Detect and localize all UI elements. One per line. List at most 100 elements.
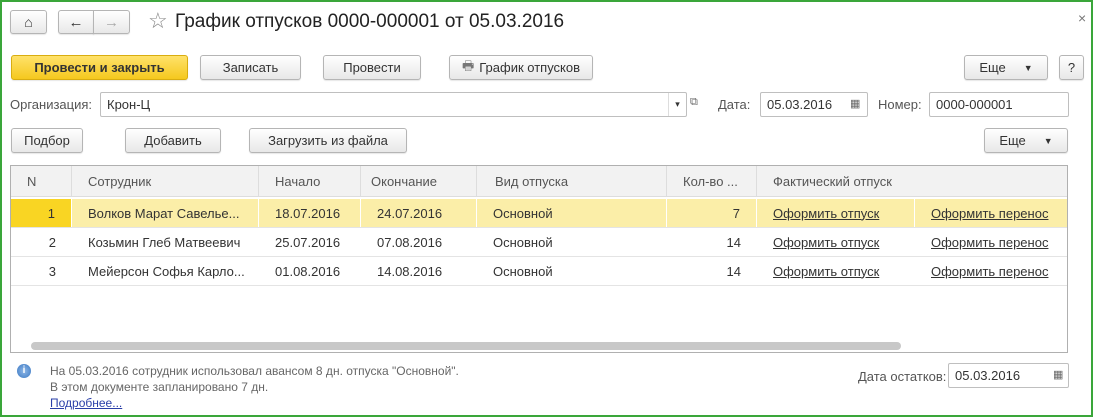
register-vacation-link[interactable]: Оформить отпуск [773, 206, 879, 221]
add-button[interactable]: Добавить [125, 128, 221, 153]
column-header-n[interactable]: N [11, 166, 72, 196]
table-cell: 7 [667, 199, 757, 227]
table-cell: Оформить отпуск [757, 228, 915, 256]
open-link-icon[interactable]: ⧉ [690, 96, 698, 109]
cell-start: 01.08.2016 [275, 263, 341, 279]
table-cell: Основной [477, 228, 667, 256]
column-header-start[interactable]: Начало [259, 166, 361, 196]
cell-end: 07.08.2016 [377, 234, 443, 250]
table-cell: 14 [667, 257, 757, 285]
save-button[interactable]: Записать [200, 55, 301, 80]
number-field[interactable]: 0000-000001 [929, 92, 1069, 117]
info-icon: i [17, 364, 31, 378]
cell-days: 14 [726, 234, 741, 250]
balance-date-label: Дата остатков: [858, 369, 947, 384]
cell-n: 2 [48, 234, 56, 250]
table-cell: Козьмин Глеб Матвеевич [72, 228, 259, 256]
table-cell: Оформить перенос [915, 257, 1067, 285]
date-label: Дата: [718, 97, 751, 112]
select-button[interactable]: Подбор [11, 128, 83, 153]
home-button[interactable]: ⌂ [10, 10, 47, 34]
post-and-close-button[interactable]: Провести и закрыть [11, 55, 188, 80]
cell-employee: Волков Марат Савелье... [88, 205, 240, 221]
cell-start: 18.07.2016 [275, 205, 341, 221]
table-cell: Основной [477, 199, 667, 227]
table-cell: Оформить перенос [915, 228, 1067, 256]
cell-end: 24.07.2016 [377, 205, 443, 221]
more-details-link[interactable]: Подробнее... [50, 396, 122, 410]
arrow-left-icon: ← [68, 13, 84, 31]
table-cell: Мейерсон Софья Карло... [72, 257, 259, 285]
balance-date-field[interactable]: 05.03.2016 [948, 363, 1069, 388]
table-cell: 1 [11, 199, 72, 227]
register-vacation-link[interactable]: Оформить отпуск [773, 235, 879, 250]
printer-icon: 🖶 [461, 57, 475, 73]
register-vacation-link[interactable]: Оформить отпуск [773, 264, 879, 279]
cell-days: 14 [726, 263, 741, 279]
register-transfer-link[interactable]: Оформить перенос [931, 235, 1048, 250]
print-schedule-label: График отпусков [479, 60, 581, 75]
arrow-right-icon: → [104, 13, 119, 31]
cell-n: 3 [48, 263, 56, 279]
table-cell: Волков Марат Савелье... [72, 199, 259, 227]
cell-n: 1 [47, 205, 55, 221]
table-cell: 14 [667, 228, 757, 256]
table-row[interactable]: 3 Мейерсон Софья Карло... 01.08.2016 14.08.… [11, 257, 1067, 286]
vacation-table: N Сотрудник Начало Окончание Вид отпуска… [10, 165, 1068, 353]
table-row[interactable]: 1 Волков Марат Савелье... 18.07.2016 24.07.… [11, 199, 1067, 228]
post-button[interactable]: Провести [323, 55, 421, 80]
home-icon: ⌂ [24, 14, 33, 30]
page-title: График отпусков 0000-000001 от 05.03.201… [175, 11, 565, 32]
dropdown-arrow-icon: ▼ [1023, 62, 1033, 73]
column-header-actual[interactable]: Фактический отпуск [757, 166, 1067, 196]
table-cell: 18.07.2016 [259, 199, 361, 227]
cell-start: 25.07.2016 [275, 234, 341, 250]
more-label: Еще [979, 60, 1006, 75]
help-button[interactable]: ? [1059, 55, 1084, 80]
forward-button[interactable]: → [93, 10, 130, 34]
cell-end: 14.08.2016 [377, 263, 443, 279]
table-cell: 25.07.2016 [259, 228, 361, 256]
back-button[interactable]: ← [58, 10, 94, 34]
column-header-type[interactable]: Вид отпуска [477, 166, 667, 196]
favorite-star-icon[interactable]: ☆ [148, 8, 168, 34]
table-header: N Сотрудник Начало Окончание Вид отпуска… [11, 166, 1067, 197]
cell-employee: Мейерсон Софья Карло... [88, 263, 245, 279]
table-cell: 3 [11, 257, 72, 285]
calendar-icon[interactable]: ▦ [850, 97, 860, 110]
info-line-2: В этом документе запланировано 7 дн. [50, 380, 269, 394]
table-cell: Оформить перенос [915, 199, 1067, 227]
table-cell: 14.08.2016 [361, 257, 477, 285]
table-more-button[interactable]: Еще ▼ [984, 128, 1068, 153]
calendar-icon[interactable]: ▦ [1053, 368, 1063, 381]
organization-field[interactable]: Крон-Ц [100, 92, 687, 117]
horizontal-scrollbar[interactable] [31, 342, 901, 350]
register-transfer-link[interactable]: Оформить перенос [931, 264, 1048, 279]
cell-type: Основной [493, 205, 553, 221]
table-cell: 01.08.2016 [259, 257, 361, 285]
column-header-days[interactable]: Кол-во ... [667, 166, 757, 196]
table-cell: Оформить отпуск [757, 257, 915, 285]
cell-employee: Козьмин Глеб Матвеевич [88, 234, 241, 250]
table-cell: Оформить отпуск [757, 199, 915, 227]
number-label: Номер: [878, 97, 922, 112]
info-line-1: На 05.03.2016 сотрудник использовал аван… [50, 364, 459, 378]
table-cell: 07.08.2016 [361, 228, 477, 256]
close-icon[interactable]: × [1078, 10, 1086, 26]
table-cell: 2 [11, 228, 72, 256]
dropdown-arrow-icon[interactable]: ▾ [668, 93, 686, 116]
cell-days: 7 [732, 205, 740, 221]
register-transfer-link[interactable]: Оформить перенос [931, 206, 1048, 221]
more-button[interactable]: Еще ▼ [964, 55, 1048, 80]
table-cell: Основной [477, 257, 667, 285]
organization-label: Организация: [10, 97, 93, 112]
cell-type: Основной [493, 263, 553, 279]
column-header-employee[interactable]: Сотрудник [72, 166, 259, 196]
print-schedule-button[interactable]: 🖶 График отпусков [449, 55, 593, 80]
cell-type: Основной [493, 234, 553, 250]
load-from-file-button[interactable]: Загрузить из файла [249, 128, 407, 153]
dropdown-arrow-icon: ▼ [1043, 135, 1053, 146]
table-cell: 24.07.2016 [361, 199, 477, 227]
column-header-end[interactable]: Окончание [361, 166, 477, 196]
table-row[interactable]: 2 Козьмин Глеб Матвеевич 25.07.2016 07.08.2… [11, 228, 1067, 257]
